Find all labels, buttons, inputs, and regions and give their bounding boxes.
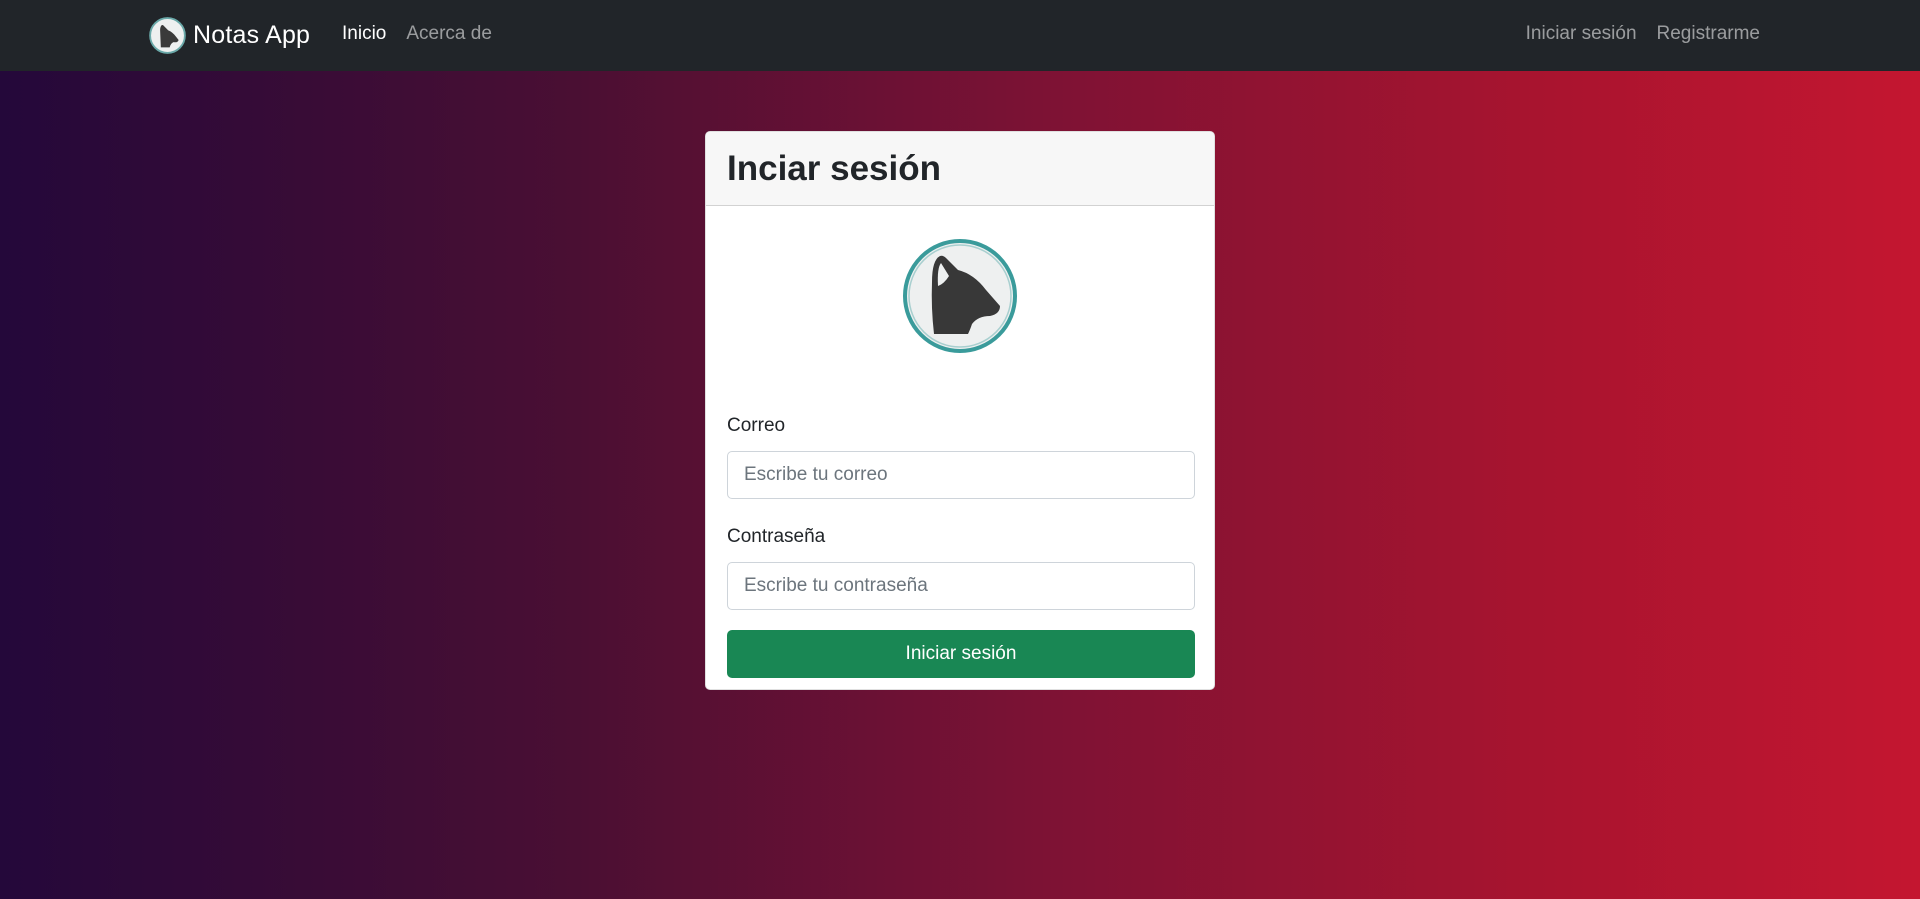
nav-link-acerca-de[interactable]: Acerca de bbox=[406, 23, 492, 45]
nav-link-registrarme[interactable]: Registrarme bbox=[1657, 23, 1760, 45]
avatar bbox=[902, 238, 1018, 354]
top-navbar: Notas App Inicio Acerca de Iniciar sesió… bbox=[0, 0, 1920, 71]
nav-left-links: Inicio Acerca de bbox=[342, 23, 492, 45]
login-form: Correo Contraseña Iniciar sesión bbox=[727, 412, 1195, 678]
password-field[interactable] bbox=[727, 562, 1195, 610]
page-title: Inciar sesión bbox=[727, 148, 941, 188]
nav-right-links: Iniciar sesión Registrarme bbox=[1526, 23, 1760, 45]
login-card: Inciar sesión Correo Contraseña Iniciar … bbox=[705, 131, 1215, 690]
brand-name: Notas App bbox=[193, 21, 311, 49]
cat-logo-icon bbox=[149, 17, 186, 54]
nav-link-inicio[interactable]: Inicio bbox=[342, 23, 386, 45]
cat-avatar-icon bbox=[903, 239, 1017, 353]
login-button[interactable]: Iniciar sesión bbox=[727, 630, 1195, 678]
email-label: Correo bbox=[727, 415, 786, 436]
card-header: Inciar sesión bbox=[706, 132, 1214, 206]
password-label: Contraseña bbox=[727, 526, 826, 547]
brand-link[interactable]: Notas App bbox=[149, 16, 310, 55]
nav-link-iniciar-sesion[interactable]: Iniciar sesión bbox=[1526, 23, 1637, 45]
email-field[interactable] bbox=[727, 451, 1195, 499]
